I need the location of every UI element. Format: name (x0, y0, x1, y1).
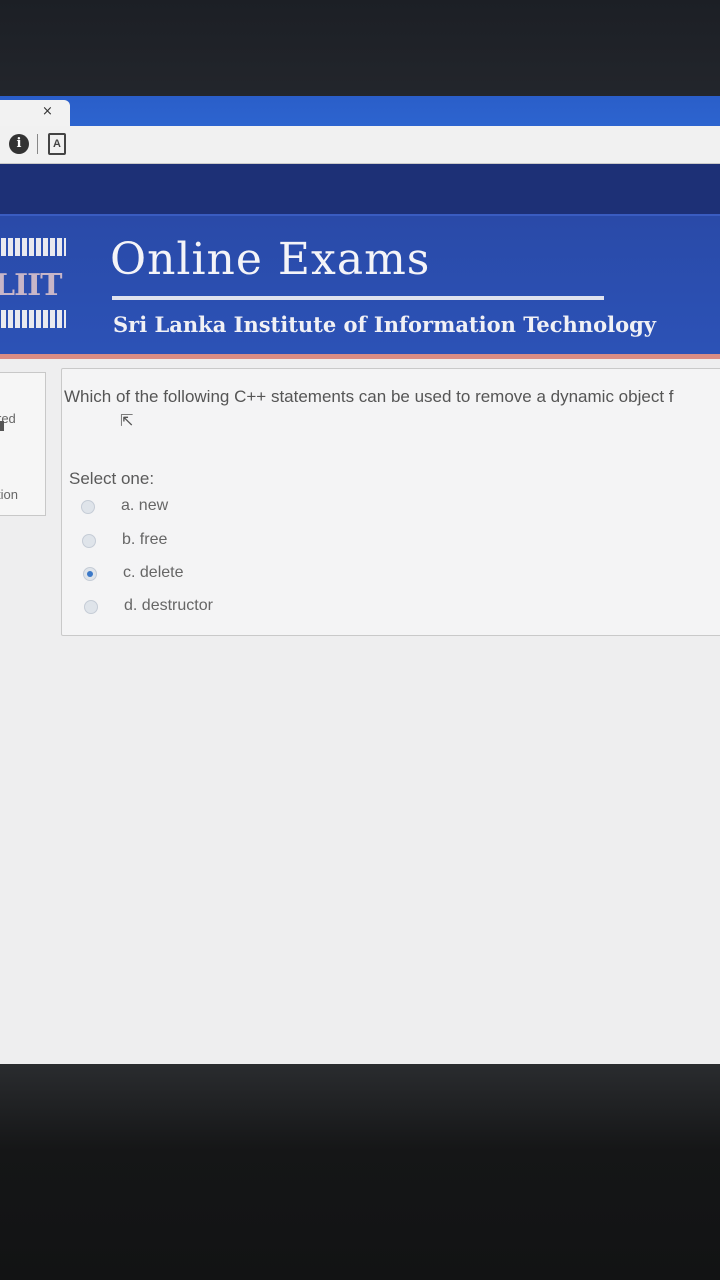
logo-text: LIIT (0, 268, 62, 303)
info-icon[interactable]: i (9, 134, 29, 154)
select-one-label: Select one: (69, 469, 155, 488)
question-text: Which of the following C++ statements ca… (64, 387, 674, 406)
answer-label-c[interactable]: c. delete (123, 564, 183, 582)
answer-label-a[interactable]: a. new (121, 497, 168, 515)
bezel-top (0, 0, 720, 100)
site-title: Online Exams (110, 234, 431, 285)
page-icon[interactable]: A (48, 133, 66, 155)
answer-label-b[interactable]: b. free (122, 531, 167, 549)
radio-button-b[interactable] (82, 534, 96, 548)
radio-button-d[interactable] (84, 600, 98, 614)
logo-grid-top (0, 238, 66, 256)
nav-strip (0, 164, 720, 214)
question-card: Which of the following C++ statements ca… (61, 368, 720, 636)
logo-grid-bottom (0, 310, 66, 328)
title-divider (112, 296, 604, 300)
site-header: LIIT Online Exams Sri Lanka Institute of… (0, 214, 720, 354)
address-bar[interactable]: i A (0, 126, 720, 164)
mouse-cursor-icon: ⇱ (120, 411, 134, 430)
radio-button-c[interactable] (83, 567, 97, 581)
radio-button-a[interactable] (81, 500, 95, 514)
site-subtitle: Sri Lanka Institute of Information Techn… (113, 312, 656, 337)
close-icon[interactable]: × (42, 104, 53, 119)
sidebar-item-flag[interactable]: tion (0, 487, 18, 502)
screen: × i A LIIT Online Exams Sri Lanka Instit… (0, 96, 720, 1064)
header-accent-line (0, 354, 720, 359)
bezel-bottom (0, 1064, 720, 1280)
sliit-logo[interactable]: LIIT (0, 238, 68, 338)
quiz-navigation-block: red tion (0, 372, 46, 516)
answer-label-d[interactable]: d. destructor (124, 597, 213, 615)
browser-tab[interactable]: × (0, 100, 70, 126)
divider (37, 134, 38, 154)
browser-tab-strip: × (0, 96, 720, 126)
flag-icon (0, 421, 4, 431)
